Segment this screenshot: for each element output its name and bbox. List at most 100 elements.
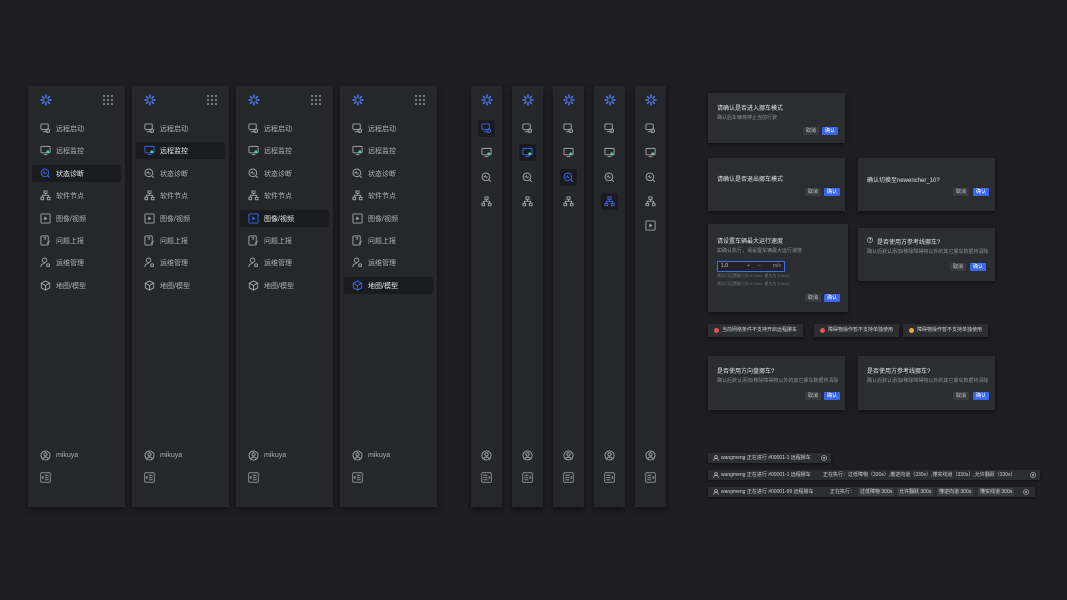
sidebar-item-issue-report[interactable]: 问题上报 <box>344 232 433 249</box>
sidebar-item-status-diagnosis[interactable] <box>601 169 618 186</box>
sidebar-item-ops-management[interactable]: 运维管理 <box>32 254 121 271</box>
close-icon[interactable] <box>821 455 827 461</box>
sidebar-item-map-model[interactable]: 地图/模型 <box>240 277 329 294</box>
sidebar-item-remote-start[interactable] <box>478 120 495 137</box>
close-icon[interactable] <box>1023 489 1029 495</box>
sidebar-item-status-diagnosis[interactable] <box>560 168 577 186</box>
sidebar-item-status-diagnosis[interactable]: 状态诊断 <box>32 164 121 182</box>
sidebar-item-remote-monitor[interactable]: 远程监控 <box>32 142 121 159</box>
expand-sidebar-icon[interactable] <box>481 472 492 483</box>
sidebar-item-remote-monitor[interactable] <box>560 144 577 161</box>
sidebar-item-remote-start[interactable] <box>560 120 577 137</box>
cancel-button[interactable]: 取消 <box>803 127 819 135</box>
collapse-sidebar-icon[interactable] <box>40 472 51 483</box>
close-icon[interactable] <box>1030 472 1036 478</box>
sidebar-item-ops-management[interactable]: 运维管理 <box>136 254 225 271</box>
collapse-sidebar-icon[interactable] <box>248 472 259 483</box>
switch-dialog: 确认切换至newencher_10? 取消 确认 <box>858 158 995 211</box>
speed-input[interactable]: 1.0 + − m/s <box>717 261 785 272</box>
avatar-icon[interactable] <box>481 450 492 461</box>
sidebar-item-image-video[interactable]: 图像/视频 <box>344 210 433 227</box>
sidebar-item-remote-monitor[interactable]: 远程监控 <box>240 142 329 159</box>
sidebar-item-software-node[interactable] <box>519 193 536 210</box>
monitor-icon <box>481 148 492 158</box>
expand-sidebar-icon[interactable] <box>522 472 533 483</box>
cancel-button[interactable]: 取消 <box>805 294 821 302</box>
sidebar-item-software-node[interactable]: 软件节点 <box>344 187 433 204</box>
confirm-button[interactable]: 确认 <box>822 127 838 135</box>
sidebar-item-status-diagnosis[interactable]: 状态诊断 <box>344 165 433 182</box>
sidebar-item-software-node[interactable]: 软件节点 <box>32 187 121 204</box>
sidebar-item-software-node[interactable] <box>478 193 495 210</box>
sidebar-item-image-video[interactable]: 图像/视频 <box>240 209 329 227</box>
sidebar-item-software-node[interactable] <box>601 192 618 210</box>
sidebar-item-remote-start[interactable] <box>601 120 618 137</box>
sidebar-item-status-diagnosis[interactable]: 状态诊断 <box>136 165 225 182</box>
sidebar-item-remote-monitor[interactable] <box>478 144 495 161</box>
sidebar-item-remote-monitor[interactable] <box>601 144 618 161</box>
sidebar-item-ops-management[interactable]: 运维管理 <box>344 254 433 271</box>
sidebar-item-image-video[interactable]: 图像/视频 <box>136 210 225 227</box>
sidebar-item-status-diagnosis[interactable] <box>519 169 536 186</box>
sidebar-item-software-node[interactable] <box>642 193 659 210</box>
diagnosis-icon <box>40 168 51 178</box>
sidebar-item-remote-start[interactable]: 远程启动 <box>32 120 121 137</box>
apps-grid-icon[interactable] <box>415 95 425 105</box>
increase-button[interactable]: + <box>747 263 750 269</box>
collapse-sidebar-icon[interactable] <box>144 472 155 483</box>
sidebar-item-map-model[interactable]: 地图/模型 <box>32 277 121 294</box>
sidebar-item-remote-start[interactable]: 远程启动 <box>344 120 433 137</box>
apps-grid-icon[interactable] <box>103 95 113 105</box>
sidebar-item-software-node[interactable]: 软件节点 <box>136 187 225 204</box>
sidebar-item-image-video[interactable]: 图像/视频 <box>32 210 121 227</box>
sidebar-item-remote-monitor[interactable] <box>519 144 536 162</box>
avatar-icon[interactable] <box>645 450 656 461</box>
user-icon <box>713 455 719 461</box>
cancel-button[interactable]: 取消 <box>805 188 821 196</box>
confirm-button[interactable]: 确认 <box>973 188 989 196</box>
sidebar-item-remote-start[interactable] <box>519 120 536 137</box>
sidebar-item-issue-report[interactable]: 问题上报 <box>136 232 225 249</box>
sidebar-item-remote-start[interactable]: 远程启动 <box>136 120 225 137</box>
apps-grid-icon[interactable] <box>207 95 217 105</box>
sidebar-item-remote-monitor[interactable]: 远程监控 <box>344 142 433 159</box>
decrease-button[interactable]: − <box>758 263 761 269</box>
sidebar-item-remote-monitor[interactable]: 远程监控 <box>136 142 225 160</box>
sidebar-item-issue-report[interactable]: 问题上报 <box>240 232 329 249</box>
sidebar-item-image-video[interactable] <box>642 217 659 234</box>
cancel-button[interactable]: 取消 <box>953 188 969 196</box>
confirm-button[interactable]: 确认 <box>973 392 989 400</box>
sidebar-item-issue-report[interactable]: 问题上报 <box>32 232 121 249</box>
avatar-icon[interactable] <box>522 450 533 461</box>
sidebar-item-remote-start[interactable] <box>642 120 659 137</box>
reference-line-dialog: 是否使用方参考线挪车? 确认后默认添加/移除障碍物以外的其它挪车数据将清除 取消… <box>858 228 995 281</box>
avatar-icon[interactable] <box>563 450 574 461</box>
sidebar-item-software-node[interactable]: 软件节点 <box>240 187 329 204</box>
sidebar-item-status-diagnosis[interactable] <box>478 169 495 186</box>
avatar-icon[interactable] <box>604 450 615 461</box>
sidebar-item-status-diagnosis[interactable]: 状态诊断 <box>240 165 329 182</box>
cancel-button[interactable]: 取消 <box>805 392 821 400</box>
sidebar-item-map-model[interactable]: 地图/模型 <box>136 277 225 294</box>
confirm-button[interactable]: 确认 <box>824 294 840 302</box>
confirm-button[interactable]: 确认 <box>970 263 986 271</box>
confirm-button[interactable]: 确认 <box>824 392 840 400</box>
apps-grid-icon[interactable] <box>311 95 321 105</box>
sidebar-item-status-diagnosis[interactable] <box>642 169 659 186</box>
sidebar-item-software-node[interactable] <box>560 193 577 210</box>
expand-sidebar-icon[interactable] <box>563 472 574 483</box>
play-icon <box>144 213 155 224</box>
cancel-button[interactable]: 取消 <box>953 392 969 400</box>
sidebar-item-map-model[interactable]: 地图/模型 <box>344 276 433 294</box>
collapse-sidebar-icon[interactable] <box>352 472 363 483</box>
confirm-button[interactable]: 确认 <box>824 188 840 196</box>
expand-sidebar-icon[interactable] <box>645 472 656 483</box>
sidebar-item-label: 状态诊断 <box>56 170 84 178</box>
sidebar-item-ops-management[interactable]: 运维管理 <box>240 254 329 271</box>
expand-sidebar-icon[interactable] <box>604 472 615 483</box>
sidebar-item-remote-monitor[interactable] <box>642 144 659 161</box>
cancel-button[interactable]: 取消 <box>950 263 966 271</box>
sidebar-item-label: 状态诊断 <box>160 170 188 178</box>
logo-icon <box>248 94 260 106</box>
sidebar-item-remote-start[interactable]: 远程启动 <box>240 120 329 137</box>
